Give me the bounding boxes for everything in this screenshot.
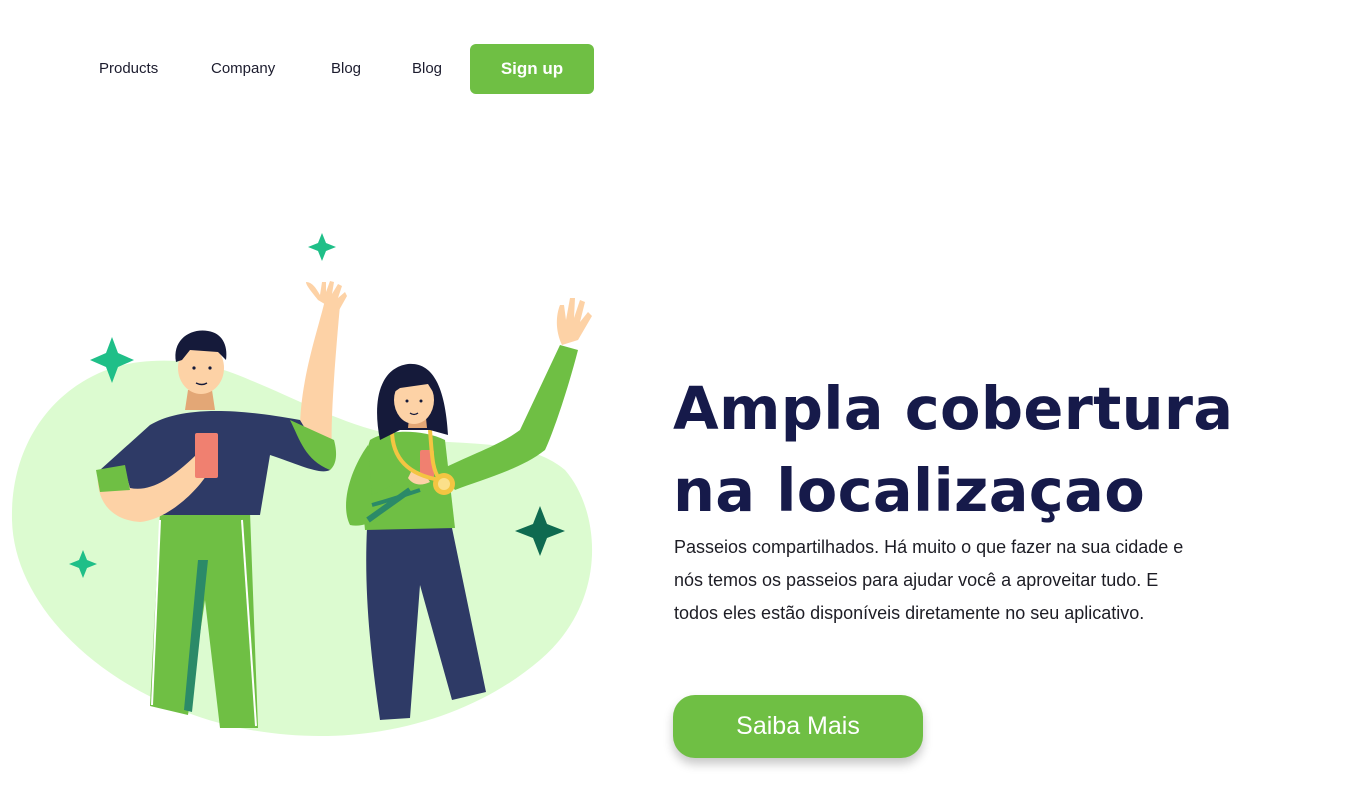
signup-button[interactable]: Sign up	[470, 44, 594, 94]
hero-illustration	[11, 233, 593, 737]
landing-page: Products Company Blog Blog Sign up Ampla…	[0, 0, 1366, 808]
nav-link-blog[interactable]: Blog	[331, 44, 361, 94]
nav-link-products[interactable]: Products	[99, 44, 158, 94]
hero-title-line-2: na localizaçao	[673, 456, 1146, 525]
sparkle-icon	[308, 233, 336, 261]
saiba-mais-button[interactable]: Saiba Mais	[673, 695, 923, 758]
nav-link-blog-2[interactable]: Blog	[412, 44, 442, 94]
hero-title: Ampla cobertura na localizaçao	[673, 368, 1293, 532]
nav-link-company[interactable]: Company	[211, 44, 275, 94]
hero-title-line-1: Ampla cobertura	[673, 374, 1234, 443]
top-nav: Products Company Blog Blog Sign up	[0, 44, 700, 94]
hero-description: Passeios compartilhados. Há muito o que …	[674, 537, 1184, 623]
